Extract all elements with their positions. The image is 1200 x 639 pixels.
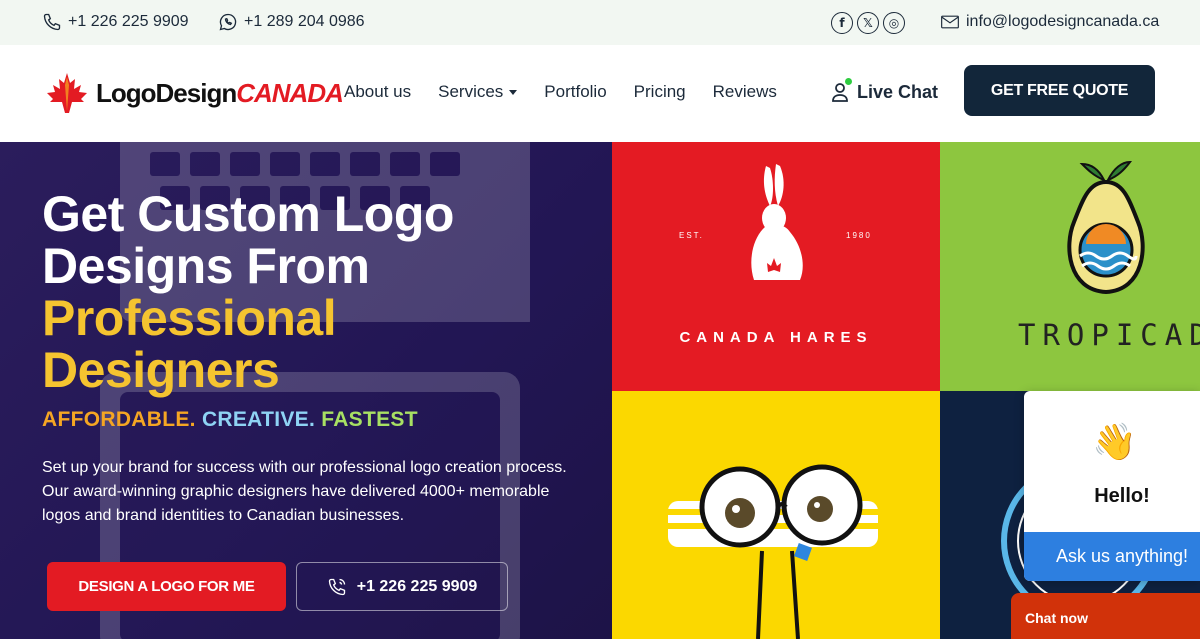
portfolio-tile-canada-hares[interactable]: EST. 1980 CANADA HARES	[612, 142, 940, 391]
hero-title-line-4: Designers	[42, 342, 280, 398]
nav-pricing-label: Pricing	[633, 82, 686, 101]
main-navigation: About us Services Portfolio Pricing Revi…	[344, 82, 804, 102]
tagline-creative: CREATIVE.	[201, 408, 316, 431]
phone-icon	[43, 13, 61, 31]
hero-description: Set up your brand for success with our p…	[42, 459, 567, 524]
main-header: LogoDesignCANADA About us Services Portf…	[0, 45, 1200, 142]
facebook-icon[interactable]: f	[831, 12, 853, 34]
rabbit-logo-icon	[751, 164, 803, 280]
phone-contact-1[interactable]: +1 226 225 9909	[42, 12, 189, 32]
phone-icon	[328, 578, 345, 595]
hero-section: Get Custom Logo Designs From Professiona…	[0, 142, 612, 639]
call-phone-label: +1 226 225 9909	[356, 577, 478, 595]
nav-about-us[interactable]: About us	[344, 82, 411, 102]
nav-reviews-label: Reviews	[712, 82, 777, 101]
nav-portfolio[interactable]: Portfolio	[544, 82, 606, 102]
tropicado-brand-name: TROPICADO	[1018, 318, 1200, 352]
nav-services[interactable]: Services	[438, 82, 518, 102]
phone-1-text: +1 226 225 9909	[68, 13, 189, 30]
hero-title-line-2: Designs From	[42, 238, 370, 294]
logo-wordmark: LogoDesignCANADA	[96, 77, 344, 109]
online-status-dot	[845, 78, 852, 85]
portfolio-tile-tropicado[interactable]: TROPICADO	[940, 142, 1200, 391]
logo-text-logodesign: LogoDesign	[96, 77, 237, 108]
instagram-icon[interactable]: ◎	[883, 12, 905, 34]
ask-us-anything-button[interactable]: Ask us anything!	[1024, 532, 1200, 581]
social-links: f 𝕏 ◎	[831, 12, 905, 34]
live-chat-label: Live Chat	[857, 81, 939, 102]
hares-year-label: 1980	[846, 231, 872, 240]
nav-services-label: Services	[438, 82, 504, 101]
mail-icon	[941, 15, 959, 29]
whatsapp-icon	[219, 13, 237, 31]
waving-hand-icon: 👋	[1092, 421, 1137, 462]
logo-text-canada: CANADA	[236, 77, 344, 108]
top-contact-bar: +1 226 225 9909 +1 289 204 0986 f 𝕏 ◎ in…	[0, 0, 1200, 45]
hero-title-line-1: Get Custom Logo	[42, 186, 454, 242]
get-free-quote-button[interactable]: GET FREE QUOTE	[964, 65, 1155, 116]
phone-2-text: +1 289 204 0986	[244, 13, 365, 30]
chat-greeting: Hello!	[1094, 485, 1150, 507]
hero-heading: Get Custom Logo Designs From Professiona…	[42, 188, 454, 396]
site-logo[interactable]: LogoDesignCANADA	[40, 71, 344, 115]
chat-now-button[interactable]: Chat now	[1011, 593, 1200, 639]
avocado-logo-icon	[1067, 160, 1145, 295]
chevron-down-icon	[509, 89, 518, 95]
live-chat-link[interactable]: Live Chat	[831, 78, 939, 103]
chat-greeting-popup[interactable]: 👋 Hello! Ask us anything!	[1024, 391, 1200, 581]
maple-leaf-icon	[47, 73, 87, 113]
tagline-affordable: AFFORDABLE.	[42, 408, 196, 431]
glasses-character-logo-icon	[668, 464, 878, 639]
email-contact[interactable]: info@logodesigncanada.ca	[940, 12, 1159, 32]
design-logo-button[interactable]: DESIGN A LOGO FOR ME	[47, 562, 286, 611]
portfolio-tile-glasses[interactable]	[612, 391, 940, 639]
phone-contact-2[interactable]: +1 289 204 0986	[218, 12, 365, 32]
x-twitter-icon[interactable]: 𝕏	[857, 12, 879, 34]
email-text: info@logodesigncanada.ca	[966, 13, 1160, 30]
hero-tagline: AFFORDABLE. CREATIVE. FASTEST	[42, 408, 418, 432]
nav-about-us-label: About us	[344, 82, 412, 101]
call-phone-button[interactable]: +1 226 225 9909	[296, 562, 508, 611]
hares-brand-name: CANADA HARES	[679, 329, 873, 346]
hero-title-line-3: Professional	[42, 290, 337, 346]
tagline-fastest: FASTEST	[321, 408, 418, 431]
nav-reviews[interactable]: Reviews	[713, 82, 777, 102]
hares-est-label: EST.	[679, 231, 704, 240]
nav-pricing[interactable]: Pricing	[634, 82, 686, 102]
nav-portfolio-label: Portfolio	[544, 82, 607, 101]
